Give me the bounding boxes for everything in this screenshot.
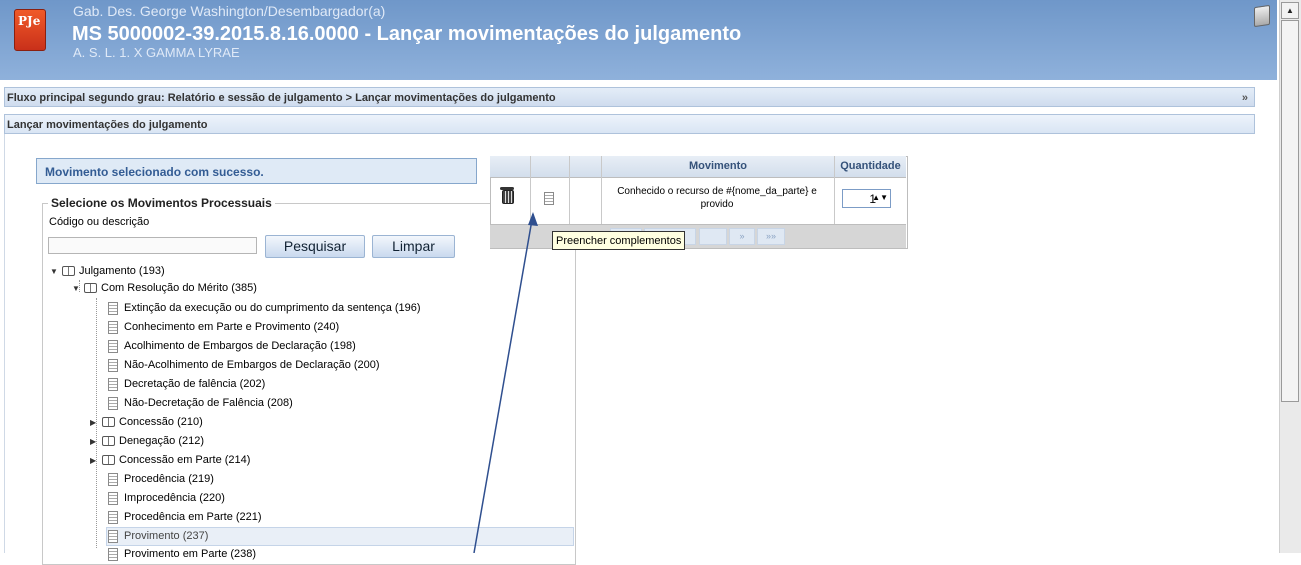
annotation-arrow — [473, 212, 538, 553]
